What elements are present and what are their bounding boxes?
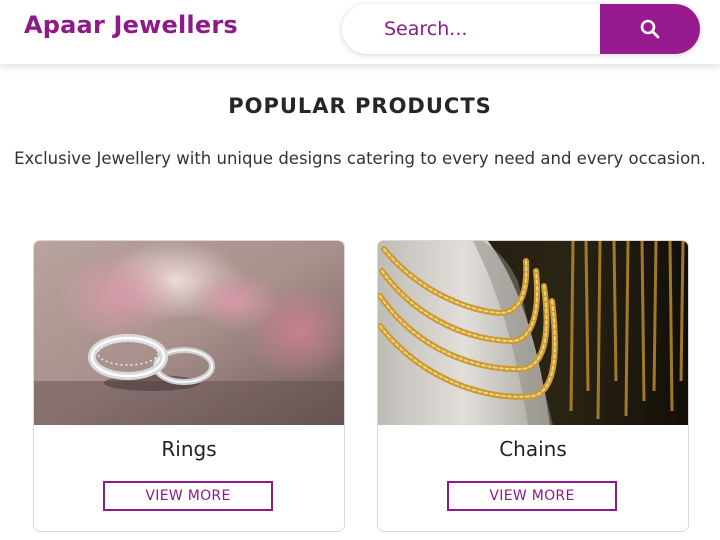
product-title: Rings: [161, 437, 217, 461]
site-header: Apaar Jewellers: [0, 0, 720, 64]
search-input[interactable]: [342, 4, 600, 54]
rings-image: [34, 241, 344, 425]
search-icon: [640, 19, 660, 39]
product-card-chains: Chains VIEW MORE: [377, 240, 689, 532]
view-more-button[interactable]: VIEW MORE: [447, 481, 617, 511]
view-more-button[interactable]: VIEW MORE: [103, 481, 273, 511]
product-title: Chains: [499, 437, 567, 461]
search-button[interactable]: [600, 4, 700, 54]
product-card-rings: Rings VIEW MORE: [33, 240, 345, 532]
section-title: POPULAR PRODUCTS: [228, 94, 492, 118]
chains-image: [378, 241, 688, 425]
site-logo[interactable]: Apaar Jewellers: [24, 11, 238, 39]
section-description: Exclusive Jewellery with unique designs …: [14, 149, 706, 168]
search-bar: [342, 4, 700, 54]
